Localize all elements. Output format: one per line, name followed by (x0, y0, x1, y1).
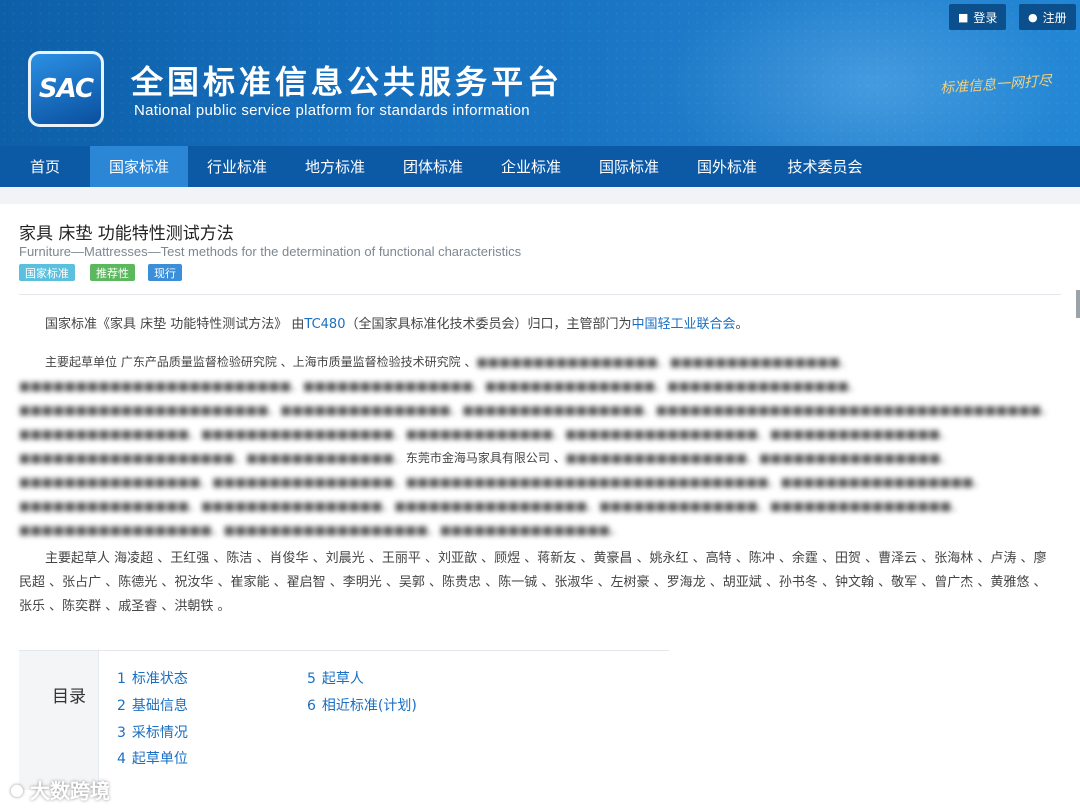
nav-item-committee[interactable]: 技术委员会 (776, 146, 874, 187)
tc-link[interactable]: TC480 (304, 317, 345, 332)
drafting-units-label: 主要起草单位 (45, 355, 118, 369)
toc-item-drafters[interactable]: 5 起草人 (307, 668, 364, 688)
drafters-names: 海凌超 、王红强 、陈洁 、肖俊华 、刘晨光 、王丽平 、刘亚歆 、顾煜 、蒋新… (19, 551, 1047, 614)
watermark-text: 大数跨境 (29, 779, 110, 803)
toc-item-drafting-units[interactable]: 4 起草单位 (117, 748, 188, 768)
nav-item-home[interactable]: 首页 (0, 146, 90, 187)
toc-item-adoption[interactable]: 3 采标情况 (117, 722, 188, 742)
divider (19, 294, 1061, 295)
lock-icon: ■ (958, 10, 969, 24)
register-label: 注册 (1042, 10, 1067, 25)
toc-item-label: 起草单位 (131, 751, 188, 767)
login-label: 登录 (973, 10, 998, 25)
toc-item-number: 3 (117, 725, 126, 741)
nav-item-foreign[interactable]: 国外标准 (678, 146, 776, 187)
standard-title-en: Furniture—Mattresses—Test methods for th… (19, 244, 522, 259)
toc-item-number: 2 (117, 698, 126, 714)
drafters-label: 主要起草人 (45, 551, 111, 566)
toc-item-label: 起草人 (321, 671, 364, 687)
site-subtitle: National public service platform for sta… (134, 102, 530, 119)
toc-item-status[interactable]: 1 标准状态 (117, 668, 188, 688)
toc-item-number: 6 (307, 698, 316, 714)
drafting-units-visible-2: 东莞市金海马家具有限公司 、 (405, 451, 566, 465)
toc-item-label: 标准状态 (131, 671, 188, 687)
toc-sidebar (19, 651, 99, 790)
drafters-paragraph: 主要起草人 海凌超 、王红强 、陈洁 、肖俊华 、刘晨光 、王丽平 、刘亚歆 、… (19, 547, 1059, 619)
nav-item-enterprise[interactable]: 企业标准 (482, 146, 580, 187)
department-link[interactable]: 中国轻工业联合会 (632, 317, 736, 332)
nav-item-local[interactable]: 地方标准 (286, 146, 384, 187)
toc-item-number: 5 (307, 671, 316, 687)
badge-recommended: 推荐性 (90, 264, 135, 281)
toc-item-number: 1 (117, 671, 126, 687)
toc-item-number: 4 (117, 751, 126, 767)
toc-label: 目录 (52, 687, 86, 707)
drafting-units-paragraph: 主要起草单位 广东产品质量监督检验研究院 、上海市质量监督检验技术研究院 、■■… (19, 350, 1059, 542)
register-button[interactable]: ● 注册 (1019, 4, 1076, 30)
nav-item-international[interactable]: 国际标准 (580, 146, 678, 187)
summary-suffix: 。 (735, 317, 749, 332)
toc-item-label: 采标情况 (131, 725, 188, 741)
blurred-text: ■■■■■■■■■■■■■■■■、■■■■■■■■■■■■■■■、■■■■■■■… (19, 355, 1054, 465)
toc-item-related[interactable]: 6 相近标准(计划) (307, 695, 417, 715)
badge-current: 现行 (148, 264, 182, 281)
watermark-logo-icon: ● (10, 780, 24, 799)
main-nav: 首页 国家标准 行业标准 地方标准 团体标准 企业标准 国际标准 国外标准 技术… (0, 146, 1080, 187)
toc-item-basic-info[interactable]: 2 基础信息 (117, 695, 188, 715)
badge-national: 国家标准 (19, 264, 75, 281)
user-icon: ● (1028, 10, 1038, 24)
logo-text: SAC (38, 74, 94, 104)
site-title: 全国标准信息公共服务平台 (131, 63, 564, 101)
summary-paragraph: 国家标准《家具 床垫 功能特性测试方法》 由TC480（全国家具标准化技术委员会… (19, 313, 1059, 337)
nav-item-industry[interactable]: 行业标准 (188, 146, 286, 187)
sac-logo[interactable]: SAC (28, 51, 104, 127)
scrollbar[interactable] (1076, 290, 1080, 318)
summary-prefix: 国家标准《家具 床垫 功能特性测试方法》 由 (45, 317, 305, 332)
standard-title: 家具 床垫 功能特性测试方法 (19, 224, 234, 244)
watermark: ● 大数跨境 (10, 775, 110, 804)
drafting-units-visible-1: 广东产品质量监督检验研究院 、上海市质量监督检验技术研究院 、 (117, 355, 477, 369)
summary-mid: （全国家具标准化技术委员会）归口，主管部门为 (345, 317, 632, 332)
nav-item-group[interactable]: 团体标准 (384, 146, 482, 187)
toc-item-label: 相近标准(计划) (321, 698, 417, 714)
nav-item-national[interactable]: 国家标准 (90, 146, 188, 187)
toc-item-label: 基础信息 (131, 698, 188, 714)
login-button[interactable]: ■ 登录 (949, 4, 1007, 30)
